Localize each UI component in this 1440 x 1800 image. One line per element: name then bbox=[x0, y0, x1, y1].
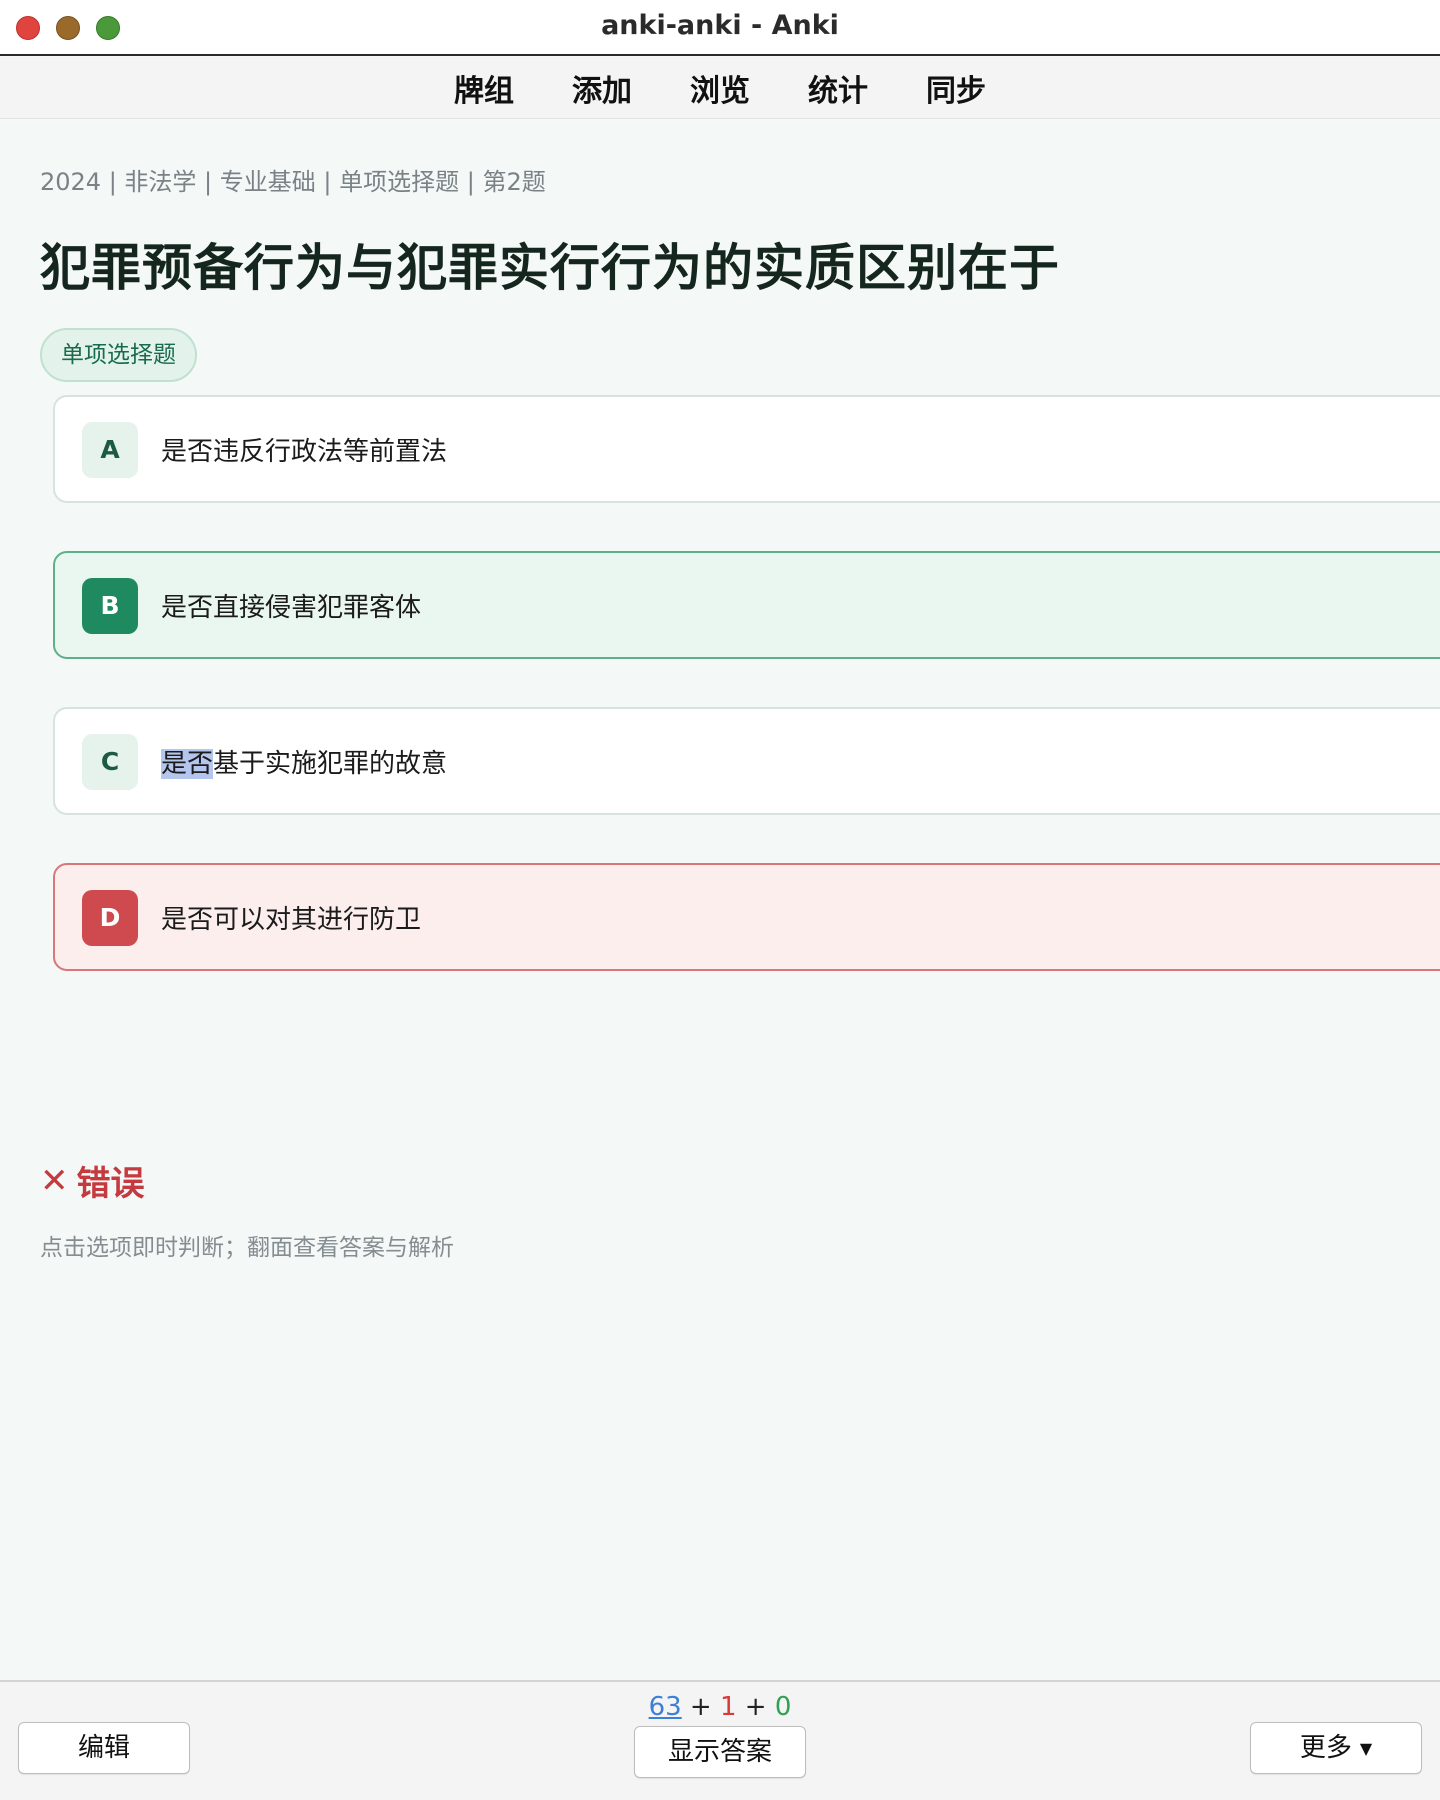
option-a[interactable]: A 是否违反行政法等前置法 bbox=[53, 395, 1440, 503]
option-letter-d: D bbox=[82, 890, 138, 946]
learn-count: 1 bbox=[720, 1692, 737, 1722]
due-counts: 63 + 1 + 0 bbox=[0, 1692, 1440, 1722]
option-text-a: 是否违反行政法等前置法 bbox=[161, 437, 448, 467]
edit-button[interactable]: 编辑 bbox=[18, 1722, 190, 1774]
breadcrumb: 2024 | 非法学 | 专业基础 | 单项选择题 | 第2题 bbox=[40, 168, 546, 196]
result-verdict: ✕ 错误 bbox=[40, 1156, 145, 1205]
text-selection-highlight: 是否 bbox=[161, 749, 214, 779]
review-count: 0 bbox=[774, 1692, 792, 1722]
option-letter-b: B bbox=[82, 578, 138, 634]
new-count: 63 bbox=[648, 1692, 682, 1722]
more-button[interactable]: 更多 ▼ bbox=[1250, 1722, 1422, 1774]
verdict-label: 错误 bbox=[76, 1164, 145, 1204]
main-toolbar: 牌组 添加 浏览 统计 同步 bbox=[0, 57, 1440, 119]
title-bar: anki-anki - Anki bbox=[0, 0, 1440, 56]
count-separator: + bbox=[681, 1692, 720, 1722]
bottom-bar: 63 + 1 + 0 编辑 显示答案 更多 ▼ bbox=[0, 1680, 1440, 1800]
option-text-c-rest: 基于实施犯罪的故意 bbox=[213, 749, 448, 779]
toolbar-stats[interactable]: 统计 bbox=[808, 62, 868, 114]
toolbar-browse[interactable]: 浏览 bbox=[690, 62, 750, 114]
option-b[interactable]: B 是否直接侵害犯罪客体 bbox=[53, 551, 1440, 659]
window-title: anki-anki - Anki bbox=[601, 10, 839, 41]
more-label: 更多 bbox=[1299, 1733, 1352, 1763]
toolbar-add[interactable]: 添加 bbox=[572, 62, 632, 114]
review-card: 2024 | 非法学 | 专业基础 | 单项选择题 | 第2题 犯罪预备行为与犯… bbox=[0, 120, 1440, 1680]
caret-down-icon: ▼ bbox=[1359, 1738, 1373, 1758]
question-type-badge: 单项选择题 bbox=[40, 328, 197, 382]
option-letter-c: C bbox=[82, 734, 138, 790]
toolbar-decks[interactable]: 牌组 bbox=[454, 62, 514, 114]
option-text-b: 是否直接侵害犯罪客体 bbox=[161, 593, 422, 623]
option-text-d: 是否可以对其进行防卫 bbox=[161, 905, 422, 935]
show-answer-button[interactable]: 显示答案 bbox=[634, 1726, 806, 1778]
count-separator: + bbox=[736, 1692, 775, 1722]
option-letter-a: A bbox=[82, 422, 138, 478]
anki-window: anki-anki - Anki 牌组 添加 浏览 统计 同步 2024 | 非… bbox=[0, 0, 1440, 1800]
toolbar-sync[interactable]: 同步 bbox=[926, 62, 986, 114]
option-c[interactable]: C 是否基于实施犯罪的故意 bbox=[53, 707, 1440, 815]
option-text-c: 是否基于实施犯罪的故意 bbox=[161, 743, 447, 780]
instruction-hint: 点击选项即时判断；翻面查看答案与解析 bbox=[40, 1235, 454, 1261]
cross-icon: ✕ bbox=[40, 1160, 69, 1201]
option-d[interactable]: D 是否可以对其进行防卫 bbox=[53, 863, 1440, 971]
question-title: 犯罪预备行为与犯罪实行行为的实质区别在于 bbox=[40, 239, 1060, 297]
